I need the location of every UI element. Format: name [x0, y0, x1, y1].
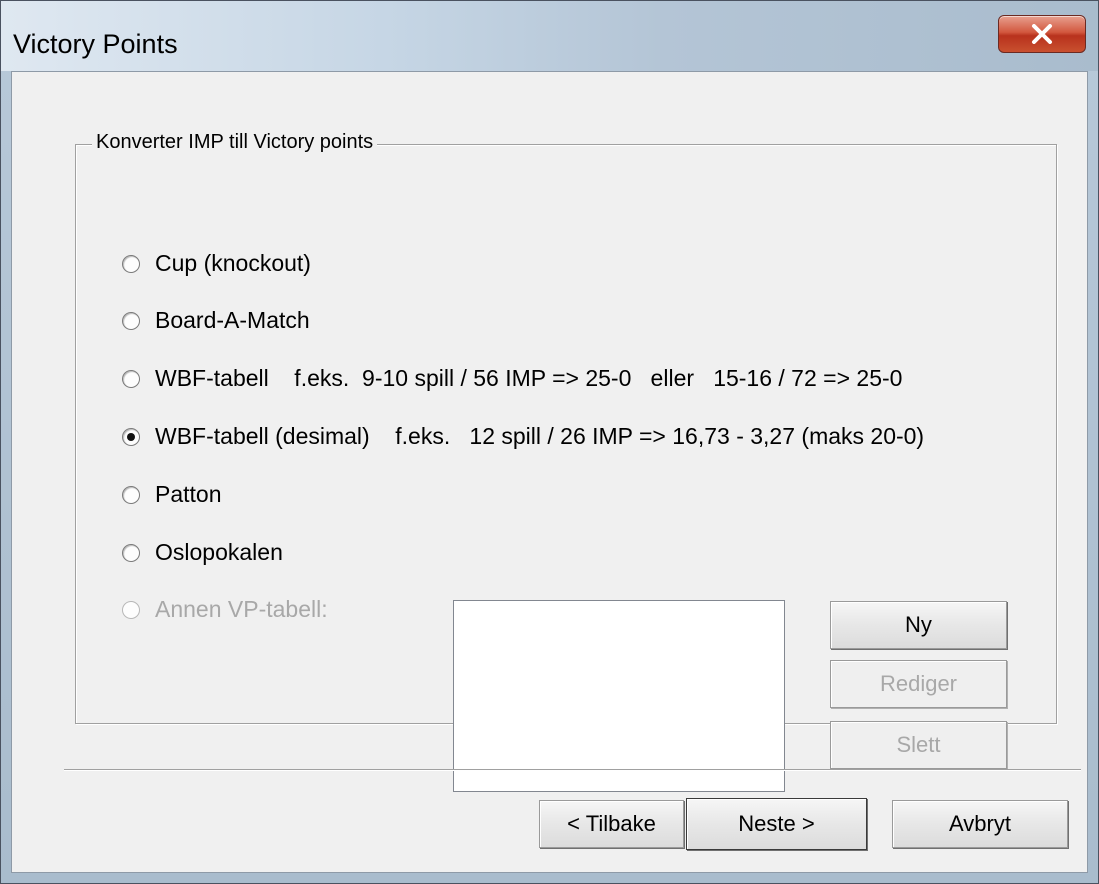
radio-label: WBF-tabell (desimal) f.eks. 12 spill / 2… [155, 423, 925, 449]
edit-button[interactable]: Rediger [830, 660, 1007, 708]
vp-conversion-group: Konverter IMP till Victory points Cup (k… [75, 131, 1057, 792]
radio-label: Patton [155, 481, 222, 507]
radio-label: Cup (knockout) [155, 250, 311, 276]
radio-annen-vp-tabell[interactable]: Annen VP-tabell: [122, 596, 328, 623]
radio-wbf-tabell-desimal[interactable]: WBF-tabell (desimal) f.eks. 12 spill / 2… [122, 423, 924, 450]
radio-cup-knockout[interactable]: Cup (knockout) [122, 250, 311, 277]
radio-indicator[interactable] [122, 254, 140, 273]
radio-indicator[interactable] [122, 600, 140, 619]
new-button[interactable]: Ny [830, 601, 1007, 649]
radio-label: WBF-tabell f.eks. 9-10 spill / 56 IMP =>… [155, 365, 903, 391]
radio-patton[interactable]: Patton [122, 481, 222, 508]
footer-separator [64, 769, 1081, 771]
close-button[interactable] [998, 15, 1086, 53]
radio-label: Oslopokalen [155, 539, 283, 565]
delete-button[interactable]: Slett [830, 721, 1007, 769]
radio-indicator[interactable] [122, 543, 140, 562]
radio-board-a-match[interactable]: Board-A-Match [122, 307, 310, 334]
radio-wbf-tabell[interactable]: WBF-tabell f.eks. 9-10 spill / 56 IMP =>… [122, 365, 902, 392]
close-x-icon [1032, 24, 1052, 44]
dialog-window: Victory Points Konverter IMP till Victor… [0, 0, 1099, 884]
radio-indicator[interactable] [122, 311, 140, 330]
back-button[interactable]: < Tilbake [539, 800, 684, 848]
group-legend: Konverter IMP till Victory points [92, 131, 378, 154]
title-bar[interactable]: Victory Points [1, 1, 1098, 71]
dialog-body: Konverter IMP till Victory points Cup (k… [11, 71, 1088, 873]
radio-indicator[interactable] [122, 485, 140, 504]
cancel-button[interactable]: Avbryt [892, 800, 1068, 848]
window-title: Victory Points [13, 29, 178, 59]
radio-label: Board-A-Match [155, 307, 310, 333]
radio-indicator[interactable] [122, 369, 140, 388]
radio-oslopokalen[interactable]: Oslopokalen [122, 539, 283, 566]
radio-indicator-checked[interactable] [122, 427, 140, 446]
next-button[interactable]: Neste > [686, 798, 867, 850]
vp-table-listbox[interactable] [453, 600, 785, 792]
radio-label: Annen VP-tabell: [155, 596, 328, 622]
